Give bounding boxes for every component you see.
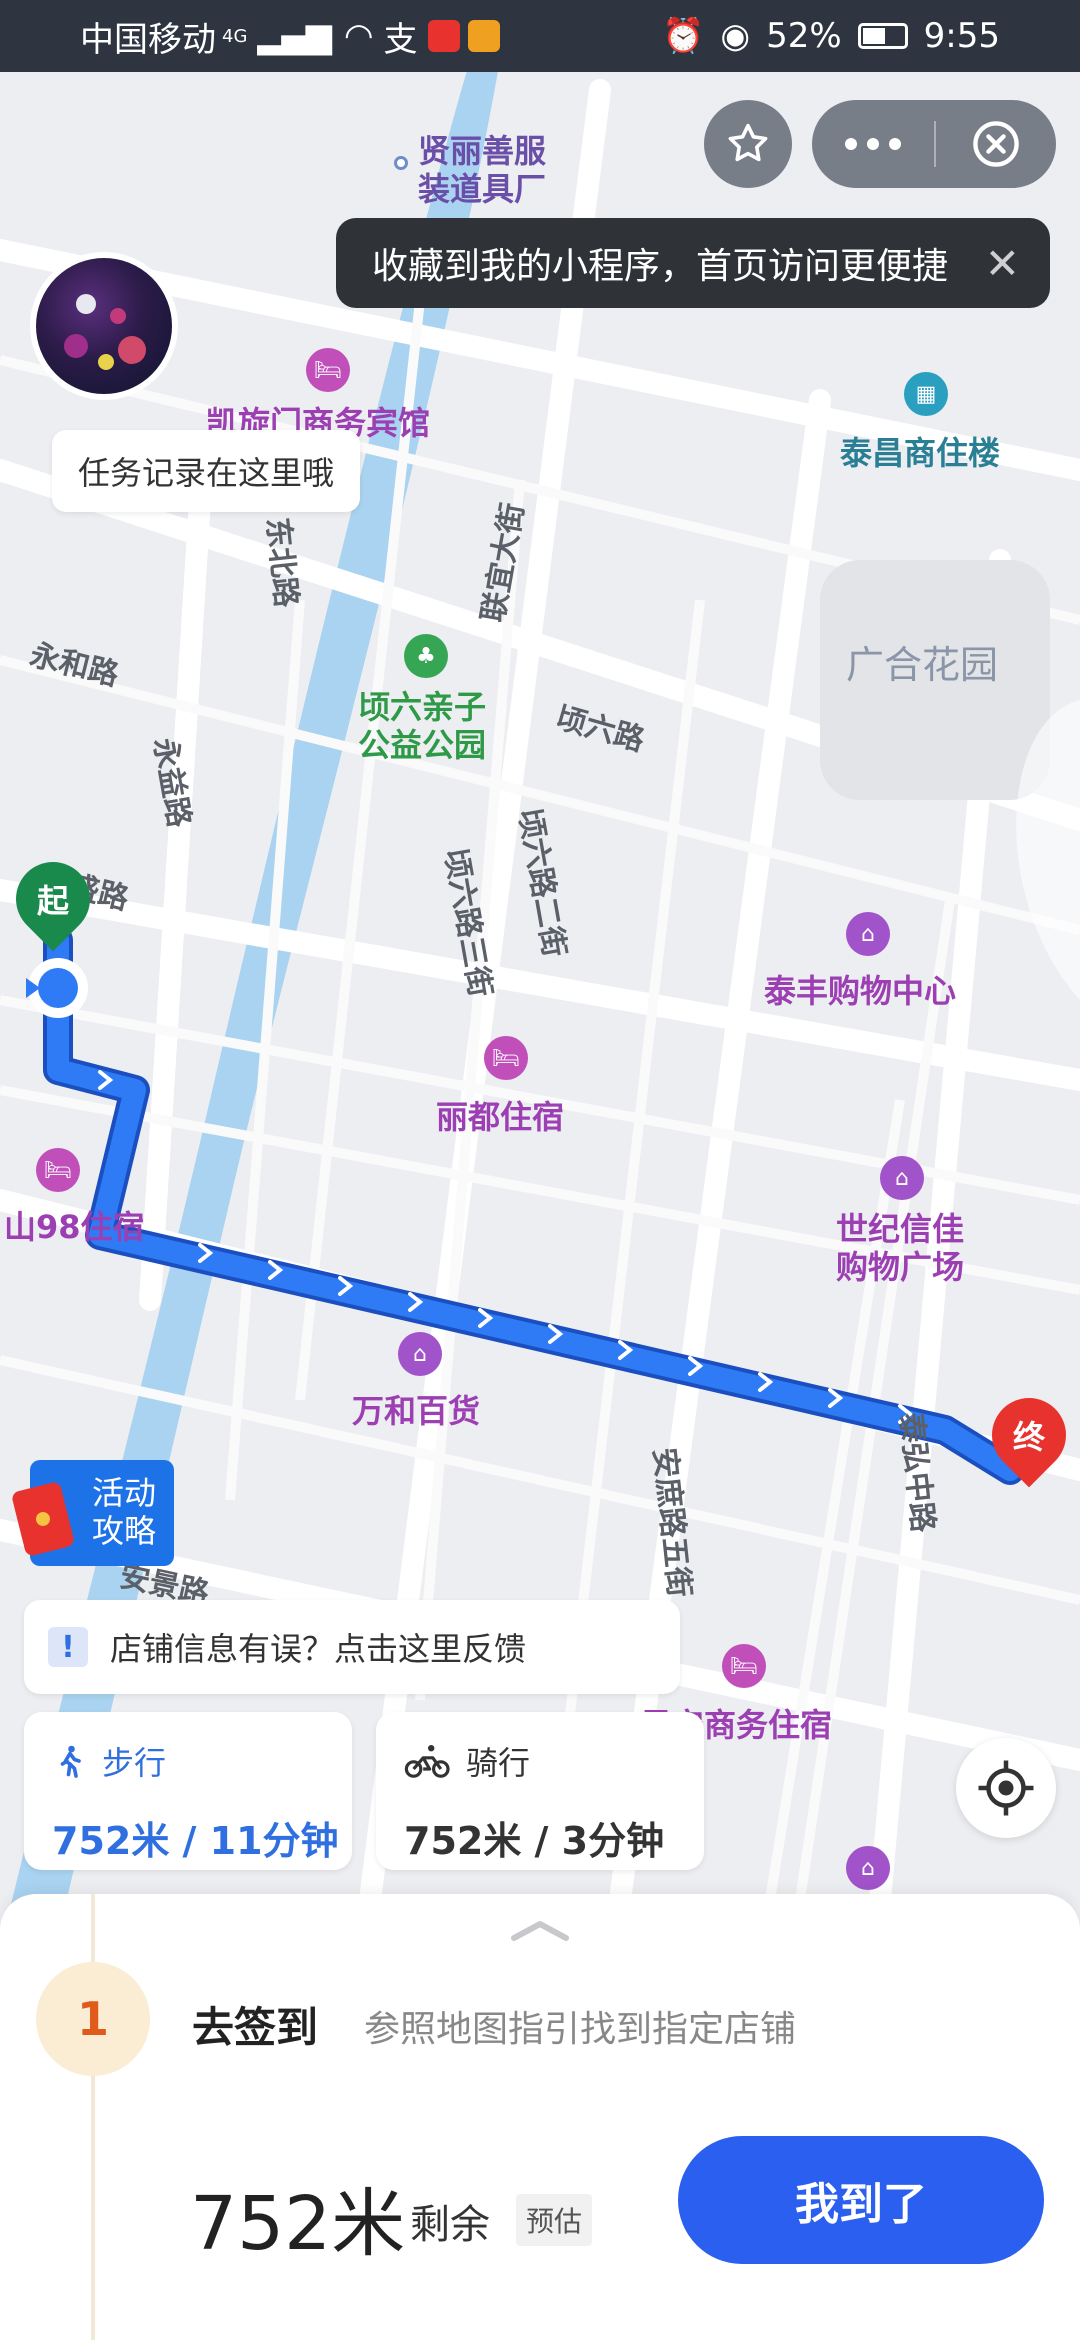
avatar-image (64, 294, 146, 370)
poi-guanghe[interactable]: 广合花园 (846, 634, 998, 689)
dot-icon (889, 138, 901, 150)
end-marker-label: 终 (1012, 1418, 1045, 1456)
signal-icon: ▂▄▆ (257, 16, 331, 56)
step-title: 去签到 (192, 2003, 319, 2052)
start-marker-label: 起 (36, 882, 69, 920)
clock: 9:55 (923, 16, 1000, 56)
shop-icon: ⌂ (880, 1156, 924, 1200)
poi-park-line2: 公益公园 (358, 726, 487, 764)
close-circle-icon (973, 121, 1019, 167)
favorite-tip-close-button[interactable]: ✕ (985, 239, 1020, 288)
app-icon (467, 20, 500, 52)
avatar[interactable] (30, 252, 178, 400)
arrived-button[interactable]: 我到了 (678, 2136, 1044, 2264)
app-icon (427, 20, 460, 52)
remaining-label: 剩余 (410, 2202, 490, 2248)
step-description: 参照地图指引找到指定店铺 (364, 2009, 797, 2050)
poi-factory[interactable]: 贤丽善服 装道具厂 (418, 132, 546, 208)
favorite-tip: 收藏到我的小程序，首页访问更便捷 ✕ (336, 218, 1050, 308)
poi-shan98[interactable]: 山98住宿 (4, 1202, 145, 1248)
poi-taifeng[interactable]: 泰丰购物中心 (764, 966, 956, 1012)
status-bar: 中国移动 4G ▂▄▆ ◠ 支 ⏰ ◉ 52% 9:55 (0, 0, 1080, 72)
bike-mode-label: 骑行 (466, 1744, 531, 1782)
task-record-tip[interactable]: 任务记录在这里哦 (52, 430, 361, 512)
battery-icon (857, 23, 908, 49)
shop-icon: ⌂ (398, 1332, 442, 1376)
bike-icon (404, 1745, 450, 1778)
poi-park-line1: 顷六亲子 (358, 688, 487, 726)
remaining-distance: 752米 (190, 2181, 406, 2267)
park-icon: ♣ (404, 634, 448, 678)
hotel-icon: 🛏 (484, 1036, 528, 1080)
step-number-badge: 1 (36, 1962, 150, 2076)
hotel-icon: 🛏 (306, 348, 350, 392)
walk-mode-label: 步行 (102, 1744, 167, 1782)
walk-mode-value: 752米 / 11分钟 (52, 1819, 339, 1863)
star-icon (728, 123, 768, 162)
poi-dot-icon (394, 156, 408, 170)
wifi-icon: ◠ (343, 16, 374, 56)
shop-icon: ⌂ (846, 1846, 890, 1890)
feedback-text: 店铺信息有误？点击这里反馈 (110, 1630, 527, 1668)
poi-shijixinjia-line2: 购物广场 (836, 1248, 965, 1286)
bike-mode-value: 752米 / 3分钟 (404, 1819, 665, 1863)
task-sheet: 1 去签到 参照地图指引找到指定店铺 752米 剩余 预估 我到了 (0, 1894, 1080, 2340)
alipay-icon: 支 (383, 19, 418, 60)
poi-factory-line2: 装道具厂 (418, 170, 547, 208)
estimate-tag: 预估 (516, 2194, 593, 2246)
dot-icon (867, 138, 879, 150)
poi-park[interactable]: 顷六亲子 公益公园 (358, 688, 486, 764)
store-feedback-bar[interactable]: ! 店铺信息有误？点击这里反馈 (24, 1600, 680, 1694)
battery-percent: 52% (766, 16, 842, 56)
walk-icon (60, 1745, 81, 1778)
hotel-icon: 🛏 (722, 1644, 766, 1688)
favorite-tip-text: 收藏到我的小程序，首页访问更便捷 (372, 246, 949, 287)
capsule-menu (812, 100, 1056, 188)
poi-taichang[interactable]: 泰昌商住楼 (840, 428, 1000, 474)
shop-icon: ⌂ (846, 912, 890, 956)
warning-icon: ! (48, 1627, 88, 1667)
dot-icon (845, 138, 857, 150)
locate-button[interactable] (956, 1738, 1056, 1838)
favorite-button[interactable] (704, 100, 792, 188)
walk-mode-card[interactable]: 步行 752米 / 11分钟 (24, 1712, 352, 1870)
carrier: 中国移动 (80, 19, 216, 60)
sheet-handle-chevron-up-icon[interactable] (508, 1916, 572, 1944)
hotel-icon: 🛏 (36, 1148, 80, 1192)
alarm-icon: ⏰ (662, 16, 705, 56)
building-icon: ▦ (904, 372, 948, 416)
more-button[interactable] (812, 138, 934, 150)
poi-lidu[interactable]: 丽都住宿 (436, 1092, 564, 1138)
activity-guide-button[interactable]: 活动 攻略 (10, 1460, 174, 1566)
network-type: 4G (222, 25, 248, 47)
crosshair-icon (978, 1760, 1034, 1816)
bike-mode-card[interactable]: 骑行 752米 / 3分钟 (376, 1712, 704, 1870)
location-icon: ◉ (720, 16, 751, 56)
close-miniprogram-button[interactable] (936, 118, 1056, 170)
poi-shijixinjia-line1: 世纪信佳 (836, 1210, 965, 1248)
poi-factory-line1: 贤丽善服 (418, 132, 547, 170)
poi-wanhe[interactable]: 万和百货 (352, 1386, 480, 1432)
street-north: 东北路 (259, 515, 304, 609)
timeline-line (91, 1894, 95, 2340)
poi-shijixinjia[interactable]: 世纪信佳 购物广场 (836, 1210, 964, 1286)
